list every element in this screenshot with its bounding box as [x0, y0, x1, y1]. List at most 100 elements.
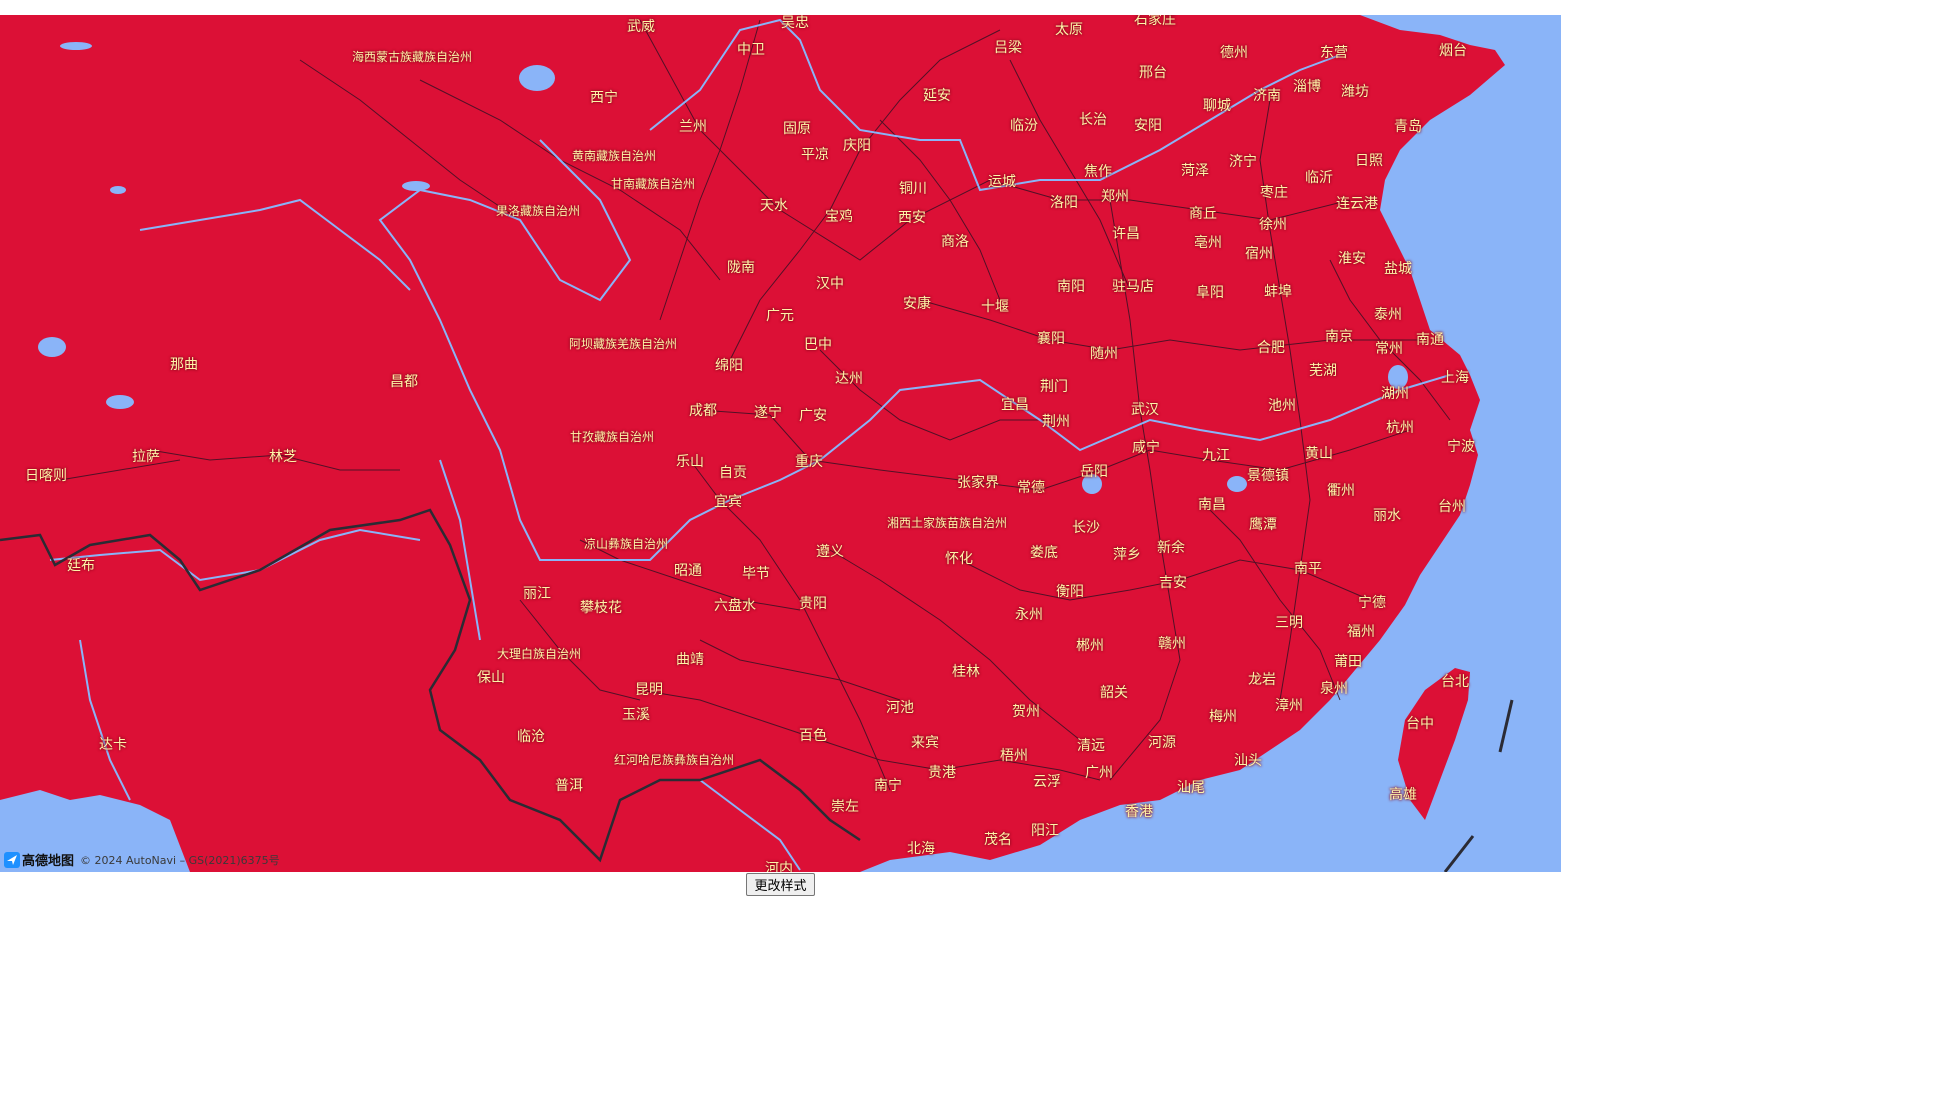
- city-label: 昌都: [390, 374, 418, 390]
- city-label: 玉溪: [622, 707, 650, 723]
- city-label: 黄山: [1305, 446, 1333, 462]
- city-label: 芜湖: [1309, 363, 1337, 379]
- city-label: 岳阳: [1080, 464, 1108, 480]
- city-label: 丽水: [1373, 508, 1401, 524]
- city-label: 萍乡: [1113, 547, 1141, 563]
- city-label: 荆门: [1040, 379, 1068, 395]
- city-label: 普洱: [555, 778, 583, 794]
- map-canvas[interactable]: 武威 吴忠 太原 石家庄 海西蒙古族藏族自治州 中卫 吕梁 德州 东营 烟台 邢台 淄博 潍坊 西宁 延安济…: [0, 15, 1561, 872]
- city-label: 梅州: [1209, 709, 1237, 725]
- city-label: 武汉: [1131, 402, 1159, 418]
- city-label: 丽江: [523, 586, 551, 602]
- city-label: 达卡: [99, 737, 127, 753]
- city-label: 台北: [1441, 674, 1469, 690]
- city-label: 长沙: [1072, 520, 1100, 536]
- city-label: 长治: [1079, 112, 1107, 128]
- city-label: 遵义: [816, 544, 844, 560]
- map-basemap: [0, 15, 1561, 872]
- city-label: 乐山: [676, 454, 704, 470]
- city-label: 广州: [1085, 765, 1113, 781]
- city-label: 常州: [1375, 341, 1403, 357]
- city-label: 景德镇: [1247, 468, 1289, 484]
- city-label: 潍坊: [1341, 84, 1369, 100]
- city-label: 甘孜藏族自治州: [569, 430, 655, 444]
- city-label: 荆州: [1042, 414, 1070, 430]
- city-label: 徐州: [1259, 217, 1287, 233]
- city-label: 青岛: [1394, 119, 1422, 135]
- city-label: 焦作: [1084, 164, 1112, 180]
- city-label: 广元: [766, 308, 794, 324]
- city-label: 济宁: [1229, 154, 1257, 170]
- city-label: 石家庄: [1134, 15, 1176, 28]
- city-label: 随州: [1090, 346, 1118, 362]
- city-label: 泉州: [1320, 681, 1348, 697]
- city-label: 平凉: [801, 147, 829, 163]
- city-label: 吉安: [1159, 575, 1187, 591]
- city-label: 永州: [1015, 607, 1043, 623]
- map-attribution: 高德地图 © 2024 AutoNavi – GS(2021)6375号: [4, 850, 280, 869]
- city-label: 遂宁: [754, 405, 782, 421]
- city-label: 汕尾: [1177, 780, 1205, 796]
- city-label: 台州: [1438, 499, 1466, 515]
- city-label: 湘西土家族苗族自治州: [886, 516, 1008, 530]
- city-label: 宜昌: [1001, 397, 1029, 413]
- city-label: 烟台: [1439, 43, 1467, 59]
- city-label: 娄底: [1030, 545, 1058, 561]
- city-label: 龙岩: [1248, 672, 1276, 688]
- city-label: 兰州: [679, 119, 707, 135]
- city-label: 东营: [1320, 45, 1348, 61]
- city-label: 达州: [835, 371, 863, 387]
- city-label: 六盘水: [714, 598, 756, 614]
- city-label: 淄博: [1293, 79, 1321, 95]
- city-label: 大理白族自治州: [496, 647, 582, 661]
- city-label: 枣庄: [1260, 185, 1288, 201]
- city-label: 襄阳: [1037, 331, 1065, 347]
- city-label: 武威: [627, 19, 655, 35]
- city-label: 延安: [923, 88, 951, 104]
- city-label: 亳州: [1194, 235, 1222, 251]
- city-label: 百色: [799, 728, 827, 744]
- city-label: 铜川: [899, 181, 927, 197]
- city-label: 三明: [1275, 615, 1303, 631]
- city-label: 宝鸡: [825, 209, 853, 225]
- city-label: 成都: [689, 403, 717, 419]
- city-label: 桂林: [952, 664, 980, 680]
- city-label: 海西蒙古族藏族自治州: [351, 50, 473, 64]
- city-label: 赣州: [1158, 636, 1186, 652]
- city-label: 天水: [760, 198, 788, 214]
- change-style-button[interactable]: 更改样式: [746, 873, 815, 896]
- amap-logo[interactable]: 高德地图: [4, 850, 74, 869]
- city-label: 茂名: [984, 832, 1012, 848]
- city-label: 日照: [1355, 153, 1383, 169]
- city-label: 连云港: [1336, 196, 1378, 212]
- city-label: 自贡: [719, 465, 747, 481]
- city-label: 临沧: [517, 729, 545, 745]
- city-label: 九江: [1202, 448, 1230, 464]
- city-label: 商丘: [1189, 206, 1217, 222]
- city-label: 许昌: [1112, 226, 1140, 242]
- city-label: 河池: [886, 700, 914, 716]
- city-label: 攀枝花: [580, 600, 622, 616]
- city-label: 驻马店: [1112, 279, 1154, 295]
- city-label: 重庆: [795, 454, 823, 470]
- city-label: 庆阳: [843, 138, 871, 154]
- city-label: 德州: [1220, 45, 1248, 61]
- city-label: 南阳: [1057, 279, 1085, 295]
- city-label: 合肥: [1257, 340, 1285, 356]
- city-label: 济南: [1253, 88, 1281, 104]
- city-label: 吴忠: [781, 15, 809, 31]
- city-label: 宜宾: [714, 494, 742, 510]
- city-label: 阳江: [1031, 823, 1059, 839]
- city-label: 日喀则: [25, 468, 67, 484]
- city-label: 南京: [1325, 329, 1353, 345]
- city-label: 池州: [1268, 398, 1296, 414]
- city-label: 蚌埠: [1264, 284, 1292, 300]
- city-label: 湖州: [1381, 386, 1409, 402]
- city-label: 毕节: [742, 566, 770, 582]
- city-label: 临汾: [1010, 118, 1038, 134]
- city-label: 贵港: [928, 765, 956, 781]
- amap-logo-icon: [4, 851, 20, 868]
- city-label: 盐城: [1384, 261, 1412, 277]
- city-label: 南平: [1294, 561, 1322, 577]
- city-label: 崇左: [831, 799, 859, 815]
